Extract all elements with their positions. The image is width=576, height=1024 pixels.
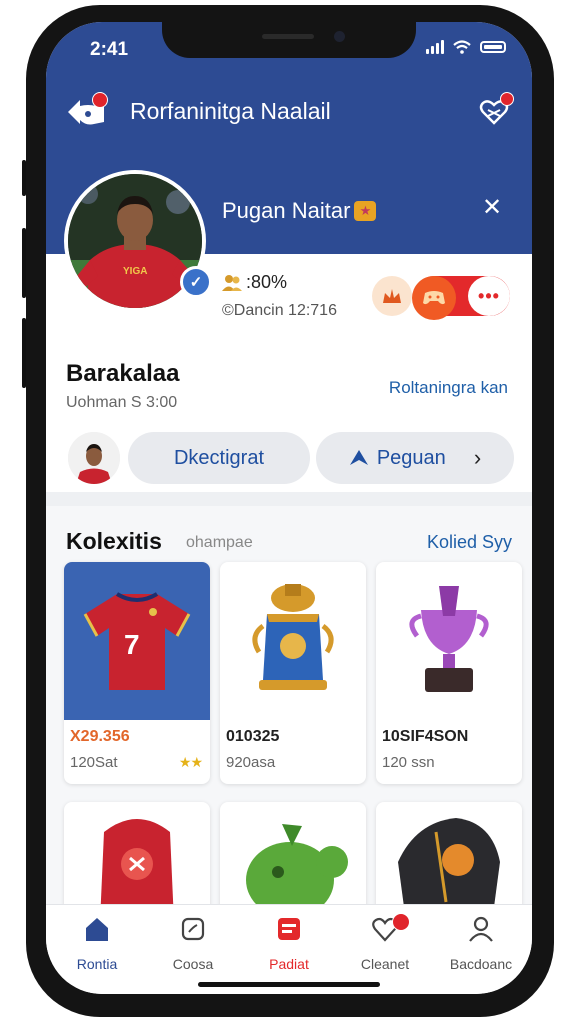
team-link[interactable]: Roltaningra kan (389, 378, 508, 398)
collection-link[interactable]: Kolied Syy (427, 532, 512, 553)
volume-up-button (22, 228, 26, 298)
profile-name-text: Pugan Naitar (222, 198, 351, 223)
bottle-image (220, 562, 366, 720)
battery-icon (480, 41, 506, 53)
home-icon (86, 918, 108, 941)
stat-percent: :80% (222, 272, 287, 293)
signal-icon (426, 40, 444, 54)
jersey-icon: 7 (83, 592, 191, 690)
item-sub: 120Sat (70, 754, 118, 771)
player-thumb (68, 432, 120, 484)
mini-avatar[interactable] (68, 432, 120, 484)
close-icon[interactable]: ✕ (482, 196, 502, 220)
app-screen: 2:41 Rorfaninitga Naalail YIGA ✓ Pugan N… (46, 22, 532, 994)
left-action-label: Dkectigrat (173, 446, 265, 469)
team-sub: Uohman S 3:00 (66, 394, 178, 411)
right-action-button[interactable]: Peguan › (316, 432, 514, 484)
collection-item-cup[interactable]: 10SIF4SON 120 ssn (376, 562, 522, 784)
more-button[interactable]: ••• (468, 276, 510, 316)
section-divider (46, 492, 532, 506)
bottle-icon (252, 584, 334, 690)
status-time: 2:41 (90, 39, 129, 60)
left-action-button[interactable]: Dkectigrat (128, 432, 310, 484)
tab-badge (392, 913, 410, 931)
people-icon (222, 274, 242, 291)
notch (162, 22, 416, 58)
gamepad-icon (423, 291, 445, 305)
square-icon (181, 917, 205, 941)
tab-padiat-label: Padiat (269, 956, 309, 972)
bottom-tab-bar: Rontia Coosa Padiat Cleanet Bacdoanc (46, 904, 532, 994)
tab-cleanet[interactable]: Cleanet (340, 915, 430, 972)
item-price: 10SIF4SON (382, 728, 469, 745)
power-button (550, 250, 554, 350)
nav-title: Rorfaninitga Naalail (130, 98, 331, 124)
svg-text:YIGA: YIGA (123, 266, 147, 277)
item-stars: ★★ (178, 754, 203, 770)
svg-text:7: 7 (124, 629, 140, 660)
collection-item-trophy-bottle[interactable]: 010325 920asa (220, 562, 366, 784)
crown-icon (383, 289, 401, 303)
item-price: 010325 (226, 728, 280, 745)
cup-image (376, 562, 522, 720)
tab-padiat[interactable]: Padiat (244, 915, 334, 972)
verified-icon: ✓ (180, 266, 212, 298)
right-action-label: Peguan (376, 446, 446, 469)
tab-profile-label: Bacdoanc (449, 956, 513, 972)
tab-home-label: Rontia (76, 956, 118, 972)
tab-coosa[interactable]: Coosa (148, 915, 238, 972)
chevron-right-icon: › (473, 445, 482, 470)
more-icon: ••• (478, 285, 500, 306)
collection-section: Kolexitis ohampae Kolied Syy 7 X29.356 1… (46, 506, 532, 926)
home-indicator (198, 982, 380, 987)
tab-cleanet-label: Cleanet (360, 956, 410, 972)
stat-percent-value: :80% (246, 272, 288, 292)
volume-down-button (22, 318, 26, 388)
collection-subtitle: ohampae (186, 534, 253, 551)
tab-home[interactable]: Rontia (52, 915, 142, 972)
item-sub: 120 ssn (382, 754, 435, 771)
status-icons (426, 40, 506, 54)
crown-action-button[interactable] (372, 276, 412, 316)
notification-badge (92, 92, 108, 108)
item-price: X29.356 (70, 728, 130, 745)
heart-badge (500, 92, 514, 106)
trophy-icon (409, 586, 489, 692)
wifi-icon (453, 40, 471, 54)
collection-title: Kolexitis (66, 528, 162, 554)
collection-item-jersey[interactable]: 7 X29.356 120Sat ★★ (64, 562, 210, 784)
tab-profile[interactable]: Bacdoanc (436, 915, 526, 972)
stat-time: ©Dancin 12:716 (222, 302, 337, 319)
item-sub: 920asa (226, 754, 276, 771)
tab-coosa-label: Coosa (172, 956, 214, 972)
mute-switch (22, 160, 26, 196)
profile-card: YIGA ✓ Pugan Naitar ★ ✕ :80% ©Dancin 12:… (46, 152, 532, 492)
rank-badge-icon: ★ (354, 201, 377, 221)
send-icon (349, 450, 368, 465)
person-icon (469, 916, 493, 942)
jersey-image: 7 (64, 562, 210, 720)
profile-name: Pugan Naitar ★ (222, 198, 377, 224)
game-action-button[interactable] (412, 276, 456, 320)
id-card-icon (278, 918, 300, 940)
team-name: Barakalaa (66, 360, 180, 387)
